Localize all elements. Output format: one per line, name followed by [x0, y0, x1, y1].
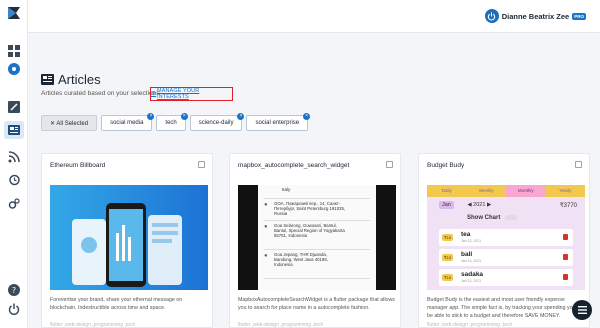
card-image: Daily Weekly Monthly Yearly Jan ◀ 2021 ▶… — [427, 185, 585, 290]
article-card[interactable]: mapbox_autocomplete_search_widget Italy … — [229, 153, 401, 328]
help-icon[interactable]: ? — [7, 283, 21, 297]
delete-icon — [563, 254, 568, 260]
user-avatar-icon — [484, 9, 499, 23]
delete-icon — [563, 234, 568, 240]
expense-item: ₹10 ball Jan 13, 2021 — [439, 249, 573, 266]
card-title: Budget Budy — [427, 162, 465, 169]
hamburger-icon — [577, 306, 587, 314]
newspaper-icon — [41, 74, 54, 85]
rss-icon[interactable] — [7, 150, 21, 164]
card-checkbox[interactable] — [575, 161, 582, 168]
user-name: Dianne Beatrix Zee — [501, 11, 570, 21]
page-heading: Articles — [41, 72, 101, 87]
budget-amount: ₹3770 — [559, 203, 577, 209]
menu-fab-button[interactable] — [572, 300, 592, 320]
card-tags: flutter ,web-design ,programming ,tech — [238, 322, 324, 328]
card-title: Ethereum Billboard — [50, 162, 106, 169]
place-item: Italy — [282, 187, 291, 192]
card-image: Italy ● GOA, Пожарский пер., 14, Санкт-П… — [238, 185, 396, 290]
side-nav: ? — [0, 0, 28, 328]
settings-icon[interactable] — [7, 197, 21, 211]
card-tags: flutter ,web-design ,programming ,tech — [50, 322, 136, 328]
power-icon[interactable] — [7, 302, 21, 316]
articles-icon[interactable] — [4, 121, 24, 139]
show-chart-toggle: Show Chart — [467, 215, 518, 221]
budget-tabs: Daily Weekly Monthly Yearly — [427, 185, 585, 197]
card-tags: flutter ,web-design ,programming ,tech — [427, 322, 513, 328]
manage-interests-link[interactable]: ⚙ MANAGE YOUR INTERESTS — [150, 87, 233, 101]
card-image — [50, 185, 208, 290]
card-description: MapboxAutocompleteSearchWidget is a flut… — [238, 297, 395, 311]
expense-item: ₹10 tea Jan 13, 2021 — [439, 229, 573, 246]
remove-chip-icon[interactable]: × — [237, 113, 245, 120]
article-card[interactable]: Budget Budy Daily Weekly Monthly Yearly … — [418, 153, 590, 328]
place-item: ● Goa Jepang, THR Djuanda, Bandung, West… — [264, 249, 370, 275]
expense-item: ₹10 sadaka Jan 13, 2021 — [439, 269, 573, 286]
svg-text:?: ? — [12, 286, 16, 295]
chip-all-selected[interactable]: ✕ All Selected — [41, 115, 98, 131]
page-subtitle: Articles curated based on your selection… — [41, 90, 160, 97]
remove-chip-icon[interactable]: × — [180, 113, 188, 120]
chip-social-media[interactable]: social media × — [101, 113, 155, 131]
pro-badge: PRO — [572, 12, 586, 20]
card-checkbox[interactable] — [386, 161, 393, 168]
place-item: ● Goa Selarong, Guwosari, Bantul, Bantul… — [264, 220, 370, 246]
dashboard-icon[interactable] — [7, 44, 21, 58]
compass-icon[interactable] — [7, 62, 21, 76]
delete-icon — [563, 274, 568, 280]
place-item: ● GOA, Пожарский пер., 14, Санкт-Петербу… — [264, 198, 370, 217]
remove-chip-icon[interactable]: × — [147, 113, 155, 120]
card-description: Budget Budy is the easiest and most user… — [427, 297, 585, 319]
chip-science-daily[interactable]: science-daily × — [189, 113, 245, 131]
gear-icon: ⚙ — [151, 91, 157, 97]
chip-social-enterprise[interactable]: social enterprise × — [246, 113, 311, 131]
manage-interests-label: MANAGE YOUR INTERESTS — [157, 88, 200, 100]
top-bar: Dianne Beatrix Zee PRO — [28, 0, 600, 33]
chip-tech[interactable]: tech × — [156, 113, 188, 131]
edit-icon[interactable] — [7, 100, 21, 114]
history-icon[interactable] — [7, 173, 21, 187]
interest-chips: ✕ All Selected social media × tech × scien… — [41, 113, 311, 131]
logo-icon[interactable] — [6, 5, 22, 21]
card-title: mapbox_autocomplete_search_widget — [238, 162, 350, 169]
card-description: Forevertise your brand, share your ether… — [50, 297, 183, 311]
remove-chip-icon[interactable]: × — [303, 113, 311, 120]
card-checkbox[interactable] — [198, 161, 205, 168]
page-title: Articles — [58, 72, 101, 87]
article-card[interactable]: Ethereum Billboard Forevertise your bran… — [41, 153, 213, 328]
user-menu[interactable]: Dianne Beatrix Zee PRO — [484, 9, 586, 23]
